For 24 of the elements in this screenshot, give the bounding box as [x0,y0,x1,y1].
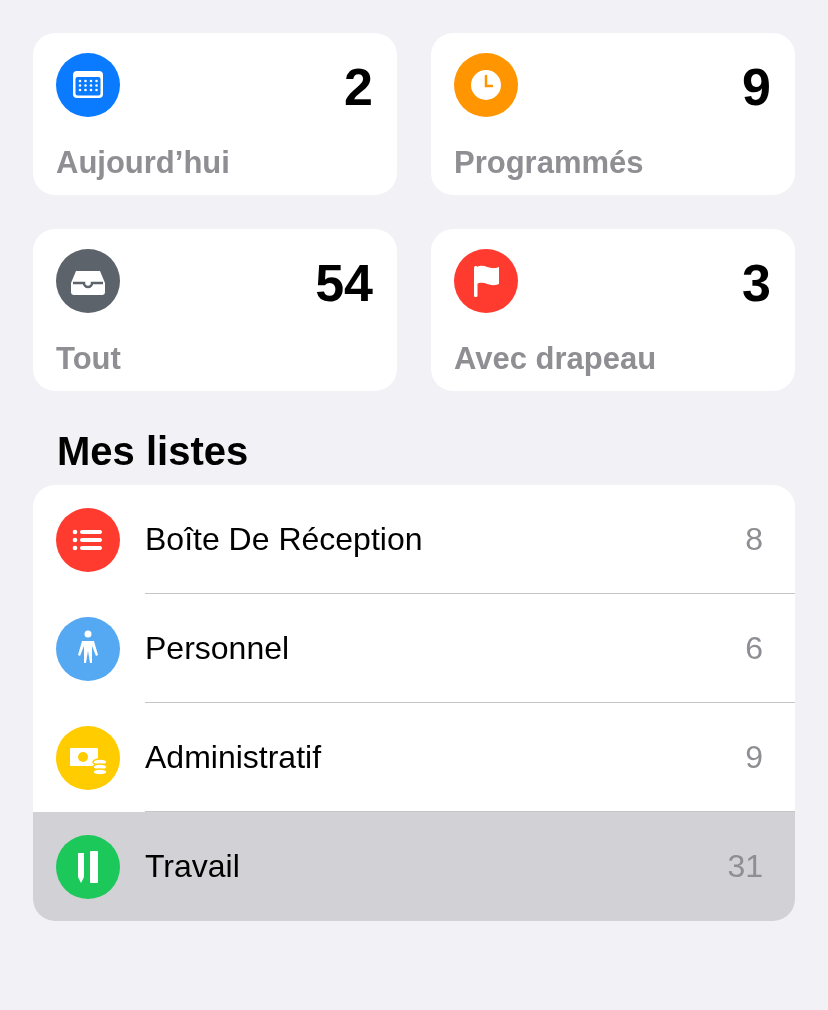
task-count: 8 [745,520,763,558]
list-name: Personnel [145,629,290,667]
smart-list-card[interactable]: 54 Tout [33,229,397,391]
smart-list-label: Aujourd’hui [56,145,231,181]
task-count: 9 [742,61,771,113]
smart-list-label: Programmés [454,145,645,181]
smart-list-label: Avec drapeau [454,341,658,377]
smart-list-label: Tout [56,341,122,377]
list-name: Travail [145,848,240,885]
list-row[interactable]: Boîte De Réception 8 [33,485,795,594]
section-title: Mes listes [57,429,250,473]
task-count: 54 [315,257,373,309]
task-count: 6 [745,629,763,667]
task-count: 9 [745,738,763,776]
task-count: 3 [742,257,771,309]
list-row[interactable]: Personnel 6 [33,594,795,703]
smart-list-card[interactable]: 2 Aujourd’hui [33,33,397,195]
list-name: Administratif [145,738,322,776]
smart-list-card[interactable]: 3 Avec drapeau [431,229,795,391]
task-count: 31 [727,848,763,885]
task-count: 2 [344,61,373,113]
smart-list-card[interactable]: 9 Programmés [431,33,795,195]
list-row[interactable]: Travail 31 [33,812,795,921]
list-name: Boîte De Réception [145,520,423,558]
